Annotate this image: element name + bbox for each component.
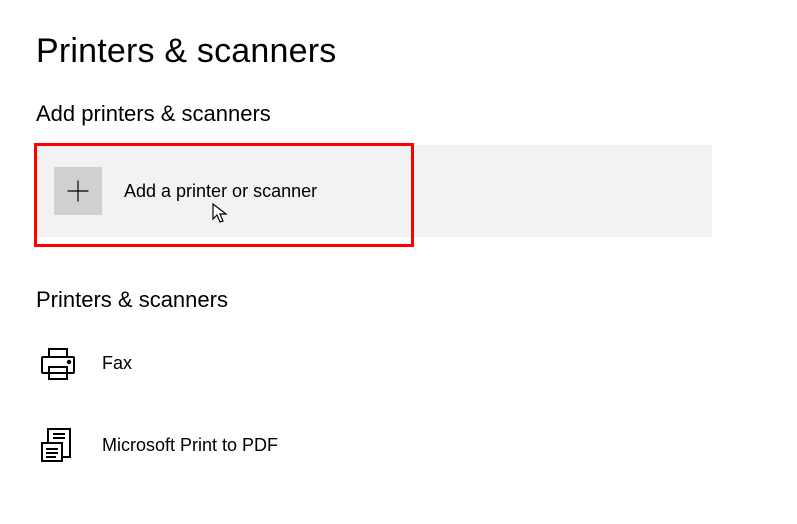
device-list: Fax Microsoft Print to PDF: [36, 331, 761, 477]
printer-icon: [36, 341, 80, 385]
list-section-title: Printers & scanners: [36, 287, 761, 313]
device-label: Fax: [102, 353, 132, 374]
plus-icon: [54, 167, 102, 215]
add-printer-button[interactable]: Add a printer or scanner: [36, 145, 712, 237]
device-item-fax[interactable]: Fax: [36, 331, 761, 395]
pdf-printer-icon: [36, 423, 80, 467]
device-label: Microsoft Print to PDF: [102, 435, 278, 456]
add-section-title: Add printers & scanners: [36, 101, 761, 127]
device-item-pdf[interactable]: Microsoft Print to PDF: [36, 413, 761, 477]
page-title: Printers & scanners: [36, 32, 761, 71]
add-printer-label: Add a printer or scanner: [124, 181, 317, 202]
